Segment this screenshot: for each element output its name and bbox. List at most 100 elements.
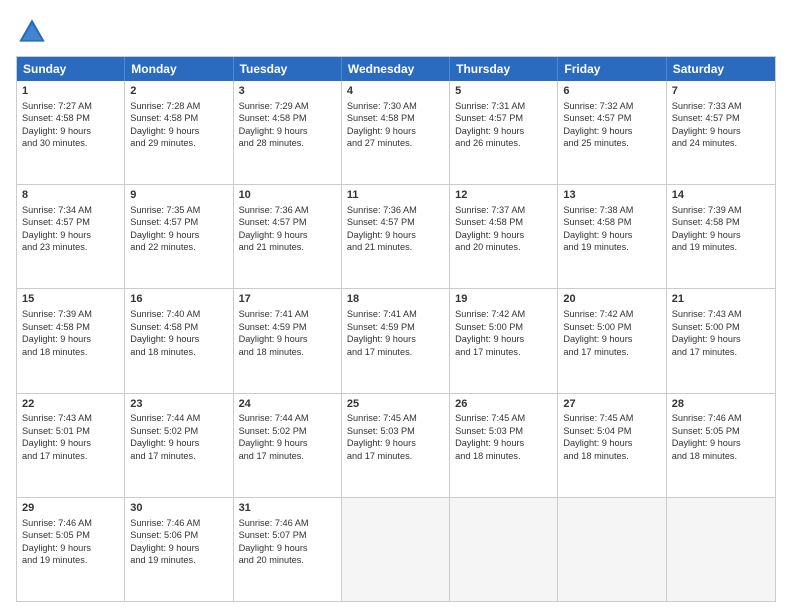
day-info-line: Sunrise: 7:36 AM [347, 204, 444, 216]
day-info-line: Sunrise: 7:40 AM [130, 308, 227, 320]
day-info-line: Sunrise: 7:34 AM [22, 204, 119, 216]
day-info-line: Sunrise: 7:30 AM [347, 100, 444, 112]
day-info-line: and 17 minutes. [455, 346, 552, 358]
day-number: 3 [239, 84, 336, 99]
day-info-line: and 21 minutes. [347, 241, 444, 253]
day-info-line: Daylight: 9 hours [22, 229, 119, 241]
day-info-line: Sunrise: 7:37 AM [455, 204, 552, 216]
day-info-line: Sunset: 5:03 PM [347, 425, 444, 437]
calendar-cell-19: 19Sunrise: 7:42 AMSunset: 5:00 PMDayligh… [450, 289, 558, 392]
day-info-line: Sunrise: 7:45 AM [563, 412, 660, 424]
calendar-cell-21: 21Sunrise: 7:43 AMSunset: 5:00 PMDayligh… [667, 289, 775, 392]
day-number: 18 [347, 292, 444, 307]
day-info-line: Sunset: 4:59 PM [239, 321, 336, 333]
calendar-cell-1: 1Sunrise: 7:27 AMSunset: 4:58 PMDaylight… [17, 81, 125, 184]
day-info-line: Daylight: 9 hours [239, 229, 336, 241]
day-info-line: Sunrise: 7:46 AM [22, 517, 119, 529]
day-info-line: Sunrise: 7:28 AM [130, 100, 227, 112]
day-info-line: Daylight: 9 hours [130, 437, 227, 449]
day-info-line: Sunset: 5:00 PM [455, 321, 552, 333]
day-info-line: and 22 minutes. [130, 241, 227, 253]
day-info-line: Sunset: 4:58 PM [563, 216, 660, 228]
day-info-line: Sunset: 5:06 PM [130, 529, 227, 541]
day-info-line: Daylight: 9 hours [22, 437, 119, 449]
day-info-line: and 19 minutes. [563, 241, 660, 253]
calendar-cell-2: 2Sunrise: 7:28 AMSunset: 4:58 PMDaylight… [125, 81, 233, 184]
calendar-cell-29: 29Sunrise: 7:46 AMSunset: 5:05 PMDayligh… [17, 498, 125, 601]
day-info-line: Daylight: 9 hours [563, 437, 660, 449]
day-number: 9 [130, 188, 227, 203]
day-info-line: and 17 minutes. [347, 346, 444, 358]
day-info-line: Daylight: 9 hours [22, 542, 119, 554]
day-info-line: Sunset: 4:57 PM [347, 216, 444, 228]
day-number: 21 [672, 292, 770, 307]
day-info-line: and 17 minutes. [22, 450, 119, 462]
day-info-line: Daylight: 9 hours [239, 542, 336, 554]
day-info-line: Sunrise: 7:45 AM [455, 412, 552, 424]
day-info-line: Sunrise: 7:39 AM [22, 308, 119, 320]
day-info-line: and 25 minutes. [563, 137, 660, 149]
calendar-cell-empty [342, 498, 450, 601]
weekday-header-sunday: Sunday [17, 57, 125, 81]
header [16, 16, 776, 48]
calendar-cell-12: 12Sunrise: 7:37 AMSunset: 4:58 PMDayligh… [450, 185, 558, 288]
day-info-line: Daylight: 9 hours [563, 229, 660, 241]
day-info-line: Daylight: 9 hours [22, 125, 119, 137]
day-number: 11 [347, 188, 444, 203]
calendar-cell-10: 10Sunrise: 7:36 AMSunset: 4:57 PMDayligh… [234, 185, 342, 288]
day-info-line: and 19 minutes. [130, 554, 227, 566]
day-info-line: and 23 minutes. [22, 241, 119, 253]
day-info-line: Daylight: 9 hours [239, 125, 336, 137]
day-number: 20 [563, 292, 660, 307]
calendar-cell-22: 22Sunrise: 7:43 AMSunset: 5:01 PMDayligh… [17, 394, 125, 497]
day-info-line: Sunset: 4:57 PM [22, 216, 119, 228]
day-number: 25 [347, 397, 444, 412]
day-info-line: Sunset: 5:03 PM [455, 425, 552, 437]
day-info-line: Daylight: 9 hours [455, 333, 552, 345]
calendar-cell-28: 28Sunrise: 7:46 AMSunset: 5:05 PMDayligh… [667, 394, 775, 497]
day-info-line: Sunset: 4:57 PM [239, 216, 336, 228]
calendar: SundayMondayTuesdayWednesdayThursdayFrid… [16, 56, 776, 602]
day-info-line: Daylight: 9 hours [130, 333, 227, 345]
day-info-line: and 18 minutes. [563, 450, 660, 462]
calendar-row-5: 29Sunrise: 7:46 AMSunset: 5:05 PMDayligh… [17, 497, 775, 601]
day-info-line: Sunset: 4:58 PM [672, 216, 770, 228]
calendar-cell-27: 27Sunrise: 7:45 AMSunset: 5:04 PMDayligh… [558, 394, 666, 497]
day-info-line: Sunset: 4:57 PM [130, 216, 227, 228]
day-info-line: Sunset: 5:01 PM [22, 425, 119, 437]
day-info-line: Daylight: 9 hours [455, 229, 552, 241]
day-info-line: Sunset: 4:58 PM [347, 112, 444, 124]
day-info-line: and 17 minutes. [130, 450, 227, 462]
weekday-header-thursday: Thursday [450, 57, 558, 81]
day-number: 6 [563, 84, 660, 99]
weekday-header-wednesday: Wednesday [342, 57, 450, 81]
day-info-line: Sunset: 5:00 PM [672, 321, 770, 333]
day-info-line: Sunrise: 7:46 AM [239, 517, 336, 529]
calendar-cell-9: 9Sunrise: 7:35 AMSunset: 4:57 PMDaylight… [125, 185, 233, 288]
day-info-line: Sunset: 5:02 PM [130, 425, 227, 437]
day-info-line: Daylight: 9 hours [563, 125, 660, 137]
day-info-line: Sunrise: 7:46 AM [130, 517, 227, 529]
day-number: 27 [563, 397, 660, 412]
calendar-cell-11: 11Sunrise: 7:36 AMSunset: 4:57 PMDayligh… [342, 185, 450, 288]
weekday-header-monday: Monday [125, 57, 233, 81]
calendar-cell-7: 7Sunrise: 7:33 AMSunset: 4:57 PMDaylight… [667, 81, 775, 184]
calendar-cell-14: 14Sunrise: 7:39 AMSunset: 4:58 PMDayligh… [667, 185, 775, 288]
day-info-line: Sunrise: 7:39 AM [672, 204, 770, 216]
day-number: 7 [672, 84, 770, 99]
day-info-line: Sunrise: 7:43 AM [22, 412, 119, 424]
day-number: 22 [22, 397, 119, 412]
day-info-line: Sunset: 4:57 PM [455, 112, 552, 124]
day-info-line: Daylight: 9 hours [347, 437, 444, 449]
day-number: 31 [239, 501, 336, 516]
day-info-line: and 18 minutes. [22, 346, 119, 358]
day-number: 1 [22, 84, 119, 99]
day-info-line: Daylight: 9 hours [130, 542, 227, 554]
calendar-cell-16: 16Sunrise: 7:40 AMSunset: 4:58 PMDayligh… [125, 289, 233, 392]
day-number: 28 [672, 397, 770, 412]
day-info-line: Sunrise: 7:41 AM [347, 308, 444, 320]
day-number: 29 [22, 501, 119, 516]
day-info-line: and 18 minutes. [130, 346, 227, 358]
day-info-line: Daylight: 9 hours [347, 333, 444, 345]
day-info-line: Daylight: 9 hours [672, 125, 770, 137]
